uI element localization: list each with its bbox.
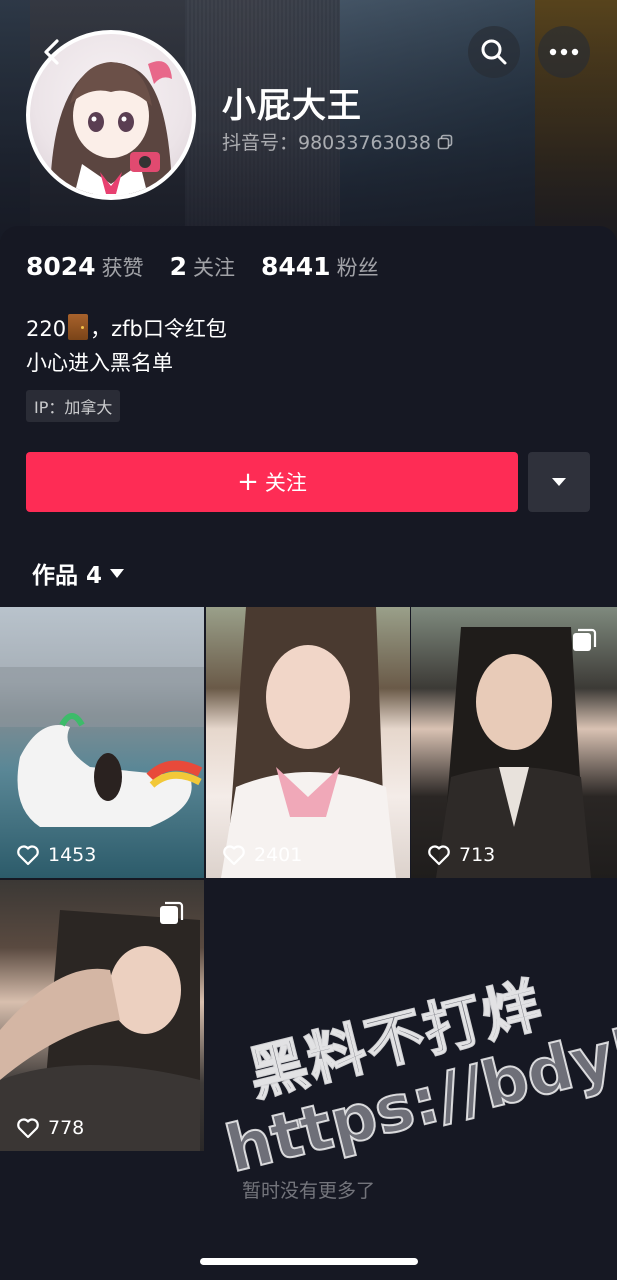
followers-count: 8441 <box>261 252 331 281</box>
multi-image-icon <box>160 901 184 924</box>
tab-works-label: 作品 4 <box>32 563 103 589</box>
stats-row: 8024 获赞 2 关注 8441 粉丝 <box>26 252 405 282</box>
following-stat[interactable]: 2 关注 <box>170 252 235 282</box>
video-tile[interactable]: 778 <box>0 880 204 1151</box>
ip-location-badge: IP：加拿大 <box>26 390 121 422</box>
copy-icon[interactable] <box>437 134 453 150</box>
caret-down-icon <box>110 568 125 578</box>
multi-image-icon <box>573 628 597 651</box>
followers-stat[interactable]: 8441 粉丝 <box>261 252 379 282</box>
video-tile[interactable]: 2401 <box>206 607 410 878</box>
following-count: 2 <box>169 252 187 281</box>
heart-icon <box>17 845 39 866</box>
following-label: 关注 <box>193 256 235 280</box>
back-button[interactable] <box>26 26 78 78</box>
heart-icon <box>428 845 450 866</box>
video-thumbnail <box>0 667 204 827</box>
like-count: 778 <box>16 1117 84 1139</box>
heart-icon <box>17 1118 39 1139</box>
search-button[interactable] <box>468 26 520 78</box>
bio-line-1: 220 ，zfb口令红包 <box>26 312 227 346</box>
bio-line-1-prefix: 220 <box>26 317 67 341</box>
like-count: 2401 <box>222 844 302 866</box>
bio-line-1-suffix: ，zfb口令红包 <box>90 317 227 341</box>
like-count-text: 778 <box>48 1117 85 1139</box>
likes-label: 获赞 <box>101 256 144 280</box>
profile-name: 小屁大王 <box>222 86 362 126</box>
no-more-content-text: 暂时没有更多了 <box>241 1180 375 1202</box>
like-count: 713 <box>427 844 495 866</box>
more-options-button[interactable] <box>538 26 590 78</box>
douyin-id[interactable]: 抖音号：98033763038 <box>222 128 453 155</box>
home-indicator[interactable] <box>200 1258 418 1265</box>
chevron-left-icon <box>44 39 59 65</box>
likes-stat[interactable]: 8024 获赞 <box>26 252 144 282</box>
video-tile[interactable]: 713 <box>411 607 617 878</box>
douyin-id-text: 抖音号：98033763038 <box>222 132 431 154</box>
video-thumbnail <box>221 607 396 878</box>
door-emoji-icon <box>68 314 89 340</box>
tab-works[interactable]: 作品 4 <box>32 556 125 590</box>
search-icon <box>481 39 507 65</box>
caret-down-icon <box>552 478 566 486</box>
heart-icon <box>223 845 245 866</box>
bio: 220 ，zfb口令红包 小心进入黑名单 <box>26 312 227 380</box>
like-count: 1453 <box>16 844 96 866</box>
bio-line-2: 小心进入黑名单 <box>26 351 173 375</box>
followers-label: 粉丝 <box>336 256 379 280</box>
like-count-text: 713 <box>459 844 496 866</box>
like-count-text: 2401 <box>254 844 303 866</box>
like-count-text: 1453 <box>48 844 97 866</box>
more-dots-icon <box>549 48 579 56</box>
recommend-dropdown-button[interactable] <box>528 452 590 512</box>
plus-icon: + <box>237 467 259 497</box>
likes-count: 8024 <box>26 252 96 281</box>
video-tile[interactable]: 1453 <box>0 607 204 878</box>
follow-button[interactable]: + 关注 <box>26 452 518 512</box>
follow-label: 关注 <box>264 471 307 495</box>
